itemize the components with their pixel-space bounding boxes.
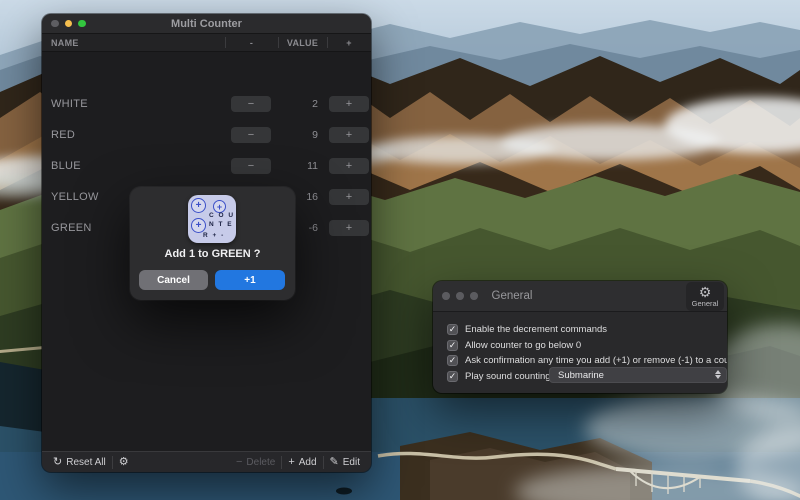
app-icon: + + + C O U N T E R + -: [188, 195, 236, 243]
counter-name: RED: [51, 128, 76, 141]
general-tab-label: General: [691, 299, 719, 308]
option-play-sound[interactable]: ✓ Play sound counting Submarine: [447, 367, 727, 383]
counter-value: 9: [312, 128, 318, 141]
column-header-plus: +: [346, 37, 352, 48]
cancel-button[interactable]: Cancel: [139, 270, 208, 290]
close-button[interactable]: [442, 292, 450, 300]
confirm-plus-one-button[interactable]: +1: [215, 270, 285, 290]
reset-all-button[interactable]: ↻ Reset All: [47, 452, 112, 472]
desktop: Multi Counter NAME - VALUE + WHITE − 2 +…: [0, 0, 800, 500]
counter-value: 2: [312, 97, 318, 110]
table-row[interactable]: RED − 9 +: [42, 119, 371, 150]
option-enable-decrement[interactable]: ✓ Enable the decrement commands: [447, 322, 607, 336]
option-ask-confirmation[interactable]: ✓ Ask confirmation any time you add (+1)…: [447, 353, 727, 367]
popup-chevrons-icon: [715, 370, 721, 379]
edit-button[interactable]: ✎ Edit: [324, 452, 366, 472]
prefs-window-title: General: [491, 290, 533, 302]
table-row[interactable]: WHITE − 2 +: [42, 88, 371, 119]
counter-name: WHITE: [51, 97, 88, 110]
zoom-button[interactable]: [470, 292, 478, 300]
minimize-button[interactable]: [456, 292, 464, 300]
counter-name: GREEN: [51, 221, 92, 234]
increment-button[interactable]: +: [329, 188, 369, 205]
checkbox-checked[interactable]: ✓: [447, 339, 458, 351]
sound-dropdown[interactable]: Submarine: [549, 367, 727, 383]
table-row[interactable]: BLUE − 11 +: [42, 150, 371, 181]
reset-all-label: Reset All: [66, 456, 106, 468]
option-label: Enable the decrement commands: [465, 323, 608, 335]
gear-icon: ⚙: [698, 284, 712, 300]
prefs-titlebar[interactable]: General ⚙ General: [433, 281, 727, 312]
window-title: Multi Counter: [171, 17, 242, 30]
traffic-lights-inactive: [433, 292, 478, 300]
confirmation-dialog: + + + C O U N T E R + - Add 1 to GREEN ?…: [130, 187, 295, 300]
sound-dropdown-value: Submarine: [558, 369, 604, 381]
counter-value: 11: [307, 159, 318, 172]
app-icon-letters: N T E: [209, 221, 234, 228]
increment-button[interactable]: +: [329, 95, 369, 112]
column-header-minus: -: [249, 37, 254, 48]
settings-button[interactable]: ⚙: [113, 452, 135, 472]
edit-label: Edit: [342, 456, 360, 468]
add-label: Add: [298, 456, 317, 468]
gear-icon: ⚙: [118, 455, 129, 468]
table-header: NAME - VALUE +: [42, 34, 371, 52]
plus-circle-icon: +: [191, 218, 206, 233]
add-button[interactable]: + Add: [282, 452, 322, 472]
option-label: Ask confirmation any time you add (+1) o…: [465, 354, 727, 366]
pencil-icon: ✎: [329, 455, 339, 468]
increment-button[interactable]: +: [329, 157, 369, 174]
option-label: Play sound counting: [465, 370, 551, 382]
increment-button[interactable]: +: [329, 219, 369, 236]
dialog-message: Add 1 to GREEN ?: [164, 248, 261, 260]
reset-icon: ↻: [53, 455, 63, 468]
counter-name: BLUE: [51, 159, 81, 172]
checkbox-checked[interactable]: ✓: [447, 354, 458, 366]
option-label: Allow counter to go below 0: [465, 339, 582, 351]
plus-icon: +: [288, 455, 295, 468]
prefs-content: ✓ Enable the decrement commands ✓ Allow …: [433, 312, 727, 393]
delete-button: − Delete: [230, 452, 281, 472]
delete-label: Delete: [246, 456, 276, 468]
bottom-toolbar: ↻ Reset All ⚙ − Delete + Add ✎ Edit: [42, 451, 371, 472]
general-preferences-window: General ⚙ General ✓ Enable the decrement…: [433, 281, 727, 393]
increment-button[interactable]: +: [329, 126, 369, 143]
main-titlebar[interactable]: Multi Counter: [42, 14, 371, 34]
app-icon-letters: R + -: [203, 232, 225, 239]
column-header-name: NAME: [51, 37, 79, 48]
option-allow-below-zero[interactable]: ✓ Allow counter to go below 0: [447, 338, 581, 352]
counter-name: YELLOW: [51, 190, 99, 203]
column-header-value: VALUE: [286, 37, 319, 48]
app-icon-letters: C O U: [209, 212, 235, 219]
checkbox-checked[interactable]: ✓: [447, 323, 458, 335]
checkbox-checked[interactable]: ✓: [447, 370, 458, 382]
plus-circle-icon: +: [191, 198, 206, 213]
general-tab[interactable]: ⚙ General: [686, 282, 724, 311]
minus-icon: −: [235, 455, 243, 468]
